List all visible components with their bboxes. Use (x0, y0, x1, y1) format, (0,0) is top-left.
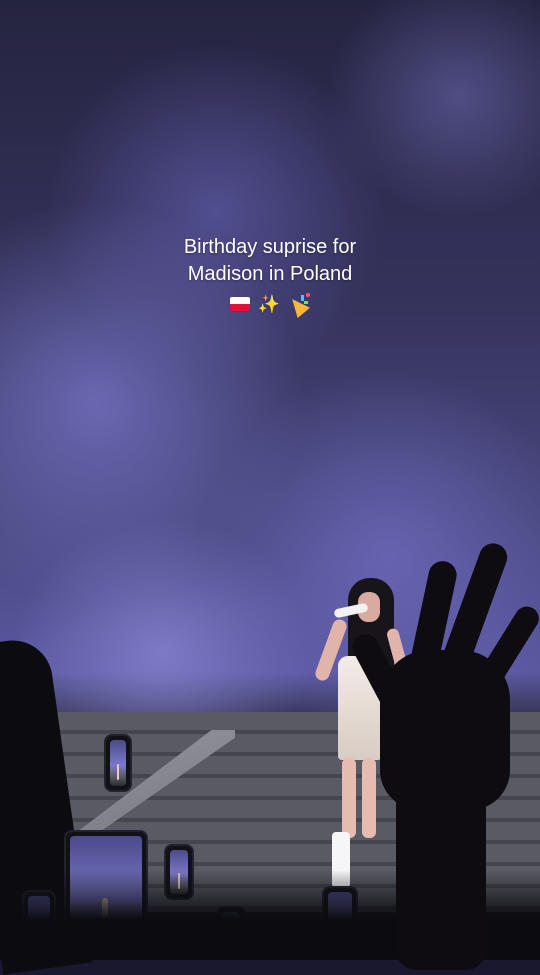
caption-line: Birthday suprise for (183, 236, 357, 258)
caption-line: Madison in Poland (187, 263, 353, 285)
sparkles-icon: ✨ (257, 294, 281, 314)
audience-phone (104, 734, 132, 792)
video-caption: Birthday suprise for Madison in Poland ✨ (120, 234, 420, 319)
flag-poland-icon (229, 297, 250, 311)
caption-emojis: ✨ (120, 292, 420, 319)
party-popper-icon (286, 293, 311, 319)
raised-hand (348, 539, 540, 970)
performer-leg (342, 758, 356, 838)
